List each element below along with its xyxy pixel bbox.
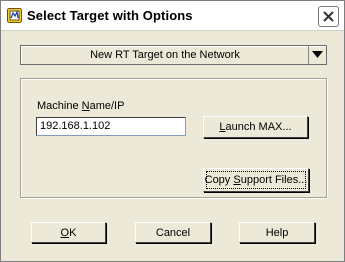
ok-button[interactable]: OK [31,222,106,243]
machine-label-mnemonic: N [81,100,90,112]
cancel-button[interactable]: Cancel [135,222,211,243]
triangle-down-icon [312,51,323,58]
help-button[interactable]: Help [239,222,315,243]
machine-label-pre: Machine [37,100,82,112]
title-bar: Select Target with Options [1,1,344,31]
machine-label-post: ame/IP [89,100,125,112]
close-button[interactable] [318,6,339,27]
machine-name-label: Machine Name/IP [37,100,124,112]
copy-support-files-button[interactable]: Copy Support Files... [203,168,309,192]
launch-max-button[interactable]: Launch MAX... [203,116,308,138]
target-dropdown[interactable]: New RT Target on the Network [20,45,327,65]
labview-icon [7,8,22,23]
ok-label: K [69,227,77,239]
launch-label: aunch MAX... [225,121,292,133]
ok-mnemonic: O [60,227,70,239]
dropdown-arrow-button[interactable] [308,46,326,64]
copy-label-pre: Copy [204,174,234,186]
target-dropdown-value: New RT Target on the Network [90,49,240,61]
machine-ip-input[interactable]: 192.168.1.102 [36,117,186,136]
copy-mnemonic: S [233,174,241,186]
copy-label-post: upport Files... [240,174,308,186]
close-icon [323,11,334,22]
window-title: Select Target with Options [27,8,193,23]
select-target-dialog: Select Target with Options New RT Target… [0,0,345,262]
